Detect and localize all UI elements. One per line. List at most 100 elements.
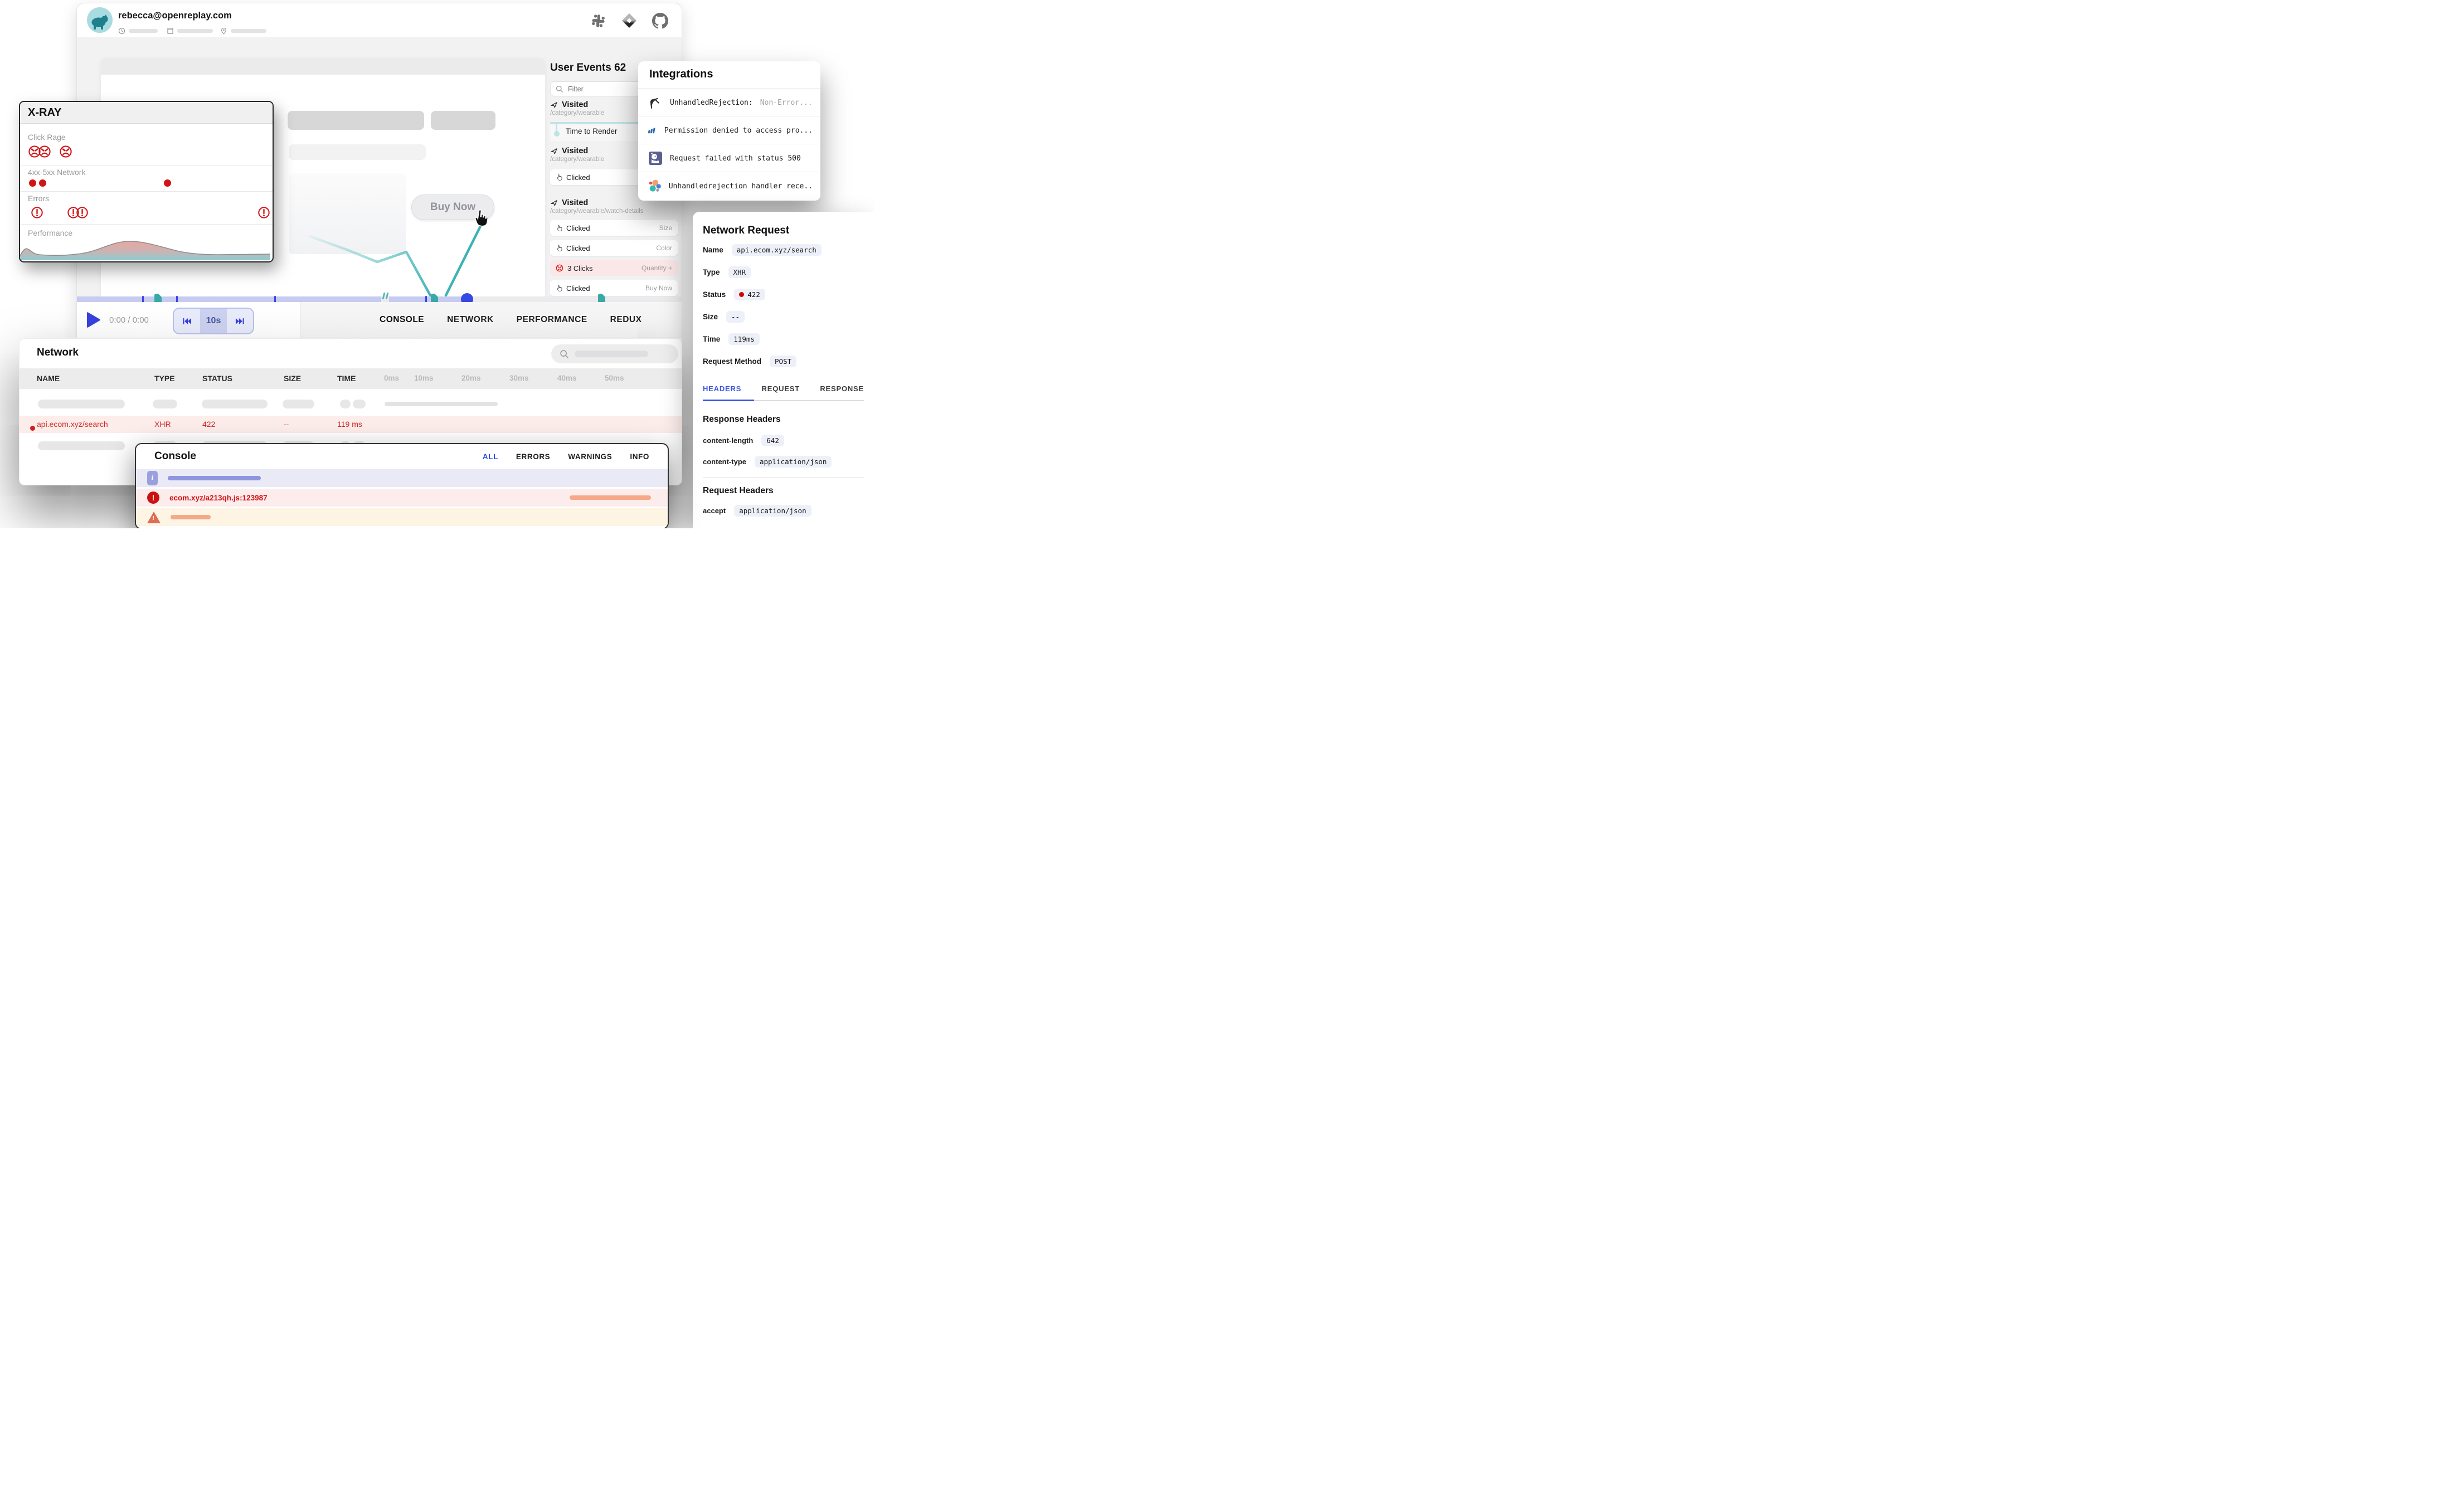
event-label: Visited xyxy=(562,100,588,109)
cell-size: -- xyxy=(284,420,289,429)
performance-area-chart xyxy=(20,237,270,260)
console-row-info[interactable]: i xyxy=(136,469,668,488)
tab-redux[interactable]: REDUX xyxy=(610,315,642,325)
hand-click-icon xyxy=(556,285,562,291)
field-value: api.ecom.xyz/search xyxy=(732,244,822,256)
network-request-panel: Network Request Name api.ecom.xyz/search… xyxy=(693,212,874,528)
console-row-warning[interactable]: ! xyxy=(136,508,668,527)
event-path: /category/wearable/watch-details xyxy=(550,208,643,215)
col-name[interactable]: NAME xyxy=(37,374,60,383)
event-clicked-color[interactable]: Clicked Color xyxy=(550,240,678,256)
user-events-title: User Events 62 xyxy=(550,62,626,74)
network-errors-label: 4xx-5xx Network xyxy=(28,168,85,177)
event-clicked-buy-now[interactable]: Clicked Buy Now xyxy=(550,280,678,296)
rage-face-icon[interactable] xyxy=(38,145,51,158)
event-rage-clicks[interactable]: 3 Clicks Quantity + xyxy=(550,260,678,276)
hand-click-icon xyxy=(556,245,562,251)
jira-diamond-icon[interactable] xyxy=(621,12,638,29)
network-request-title: Network Request xyxy=(703,225,789,237)
event-target: Size xyxy=(659,224,672,232)
github-icon[interactable] xyxy=(652,13,668,29)
divider xyxy=(20,224,273,225)
skeleton-pill xyxy=(153,400,177,408)
integration-message-muted: Non-Error... xyxy=(760,99,813,107)
scale-0ms: 0ms xyxy=(384,374,399,382)
event-target: Buy Now xyxy=(645,284,672,292)
field-name: Name api.ecom.xyz/search xyxy=(703,244,822,256)
integration-app-icons xyxy=(590,12,668,29)
skip-forward-button[interactable] xyxy=(227,309,253,333)
skip-back-button[interactable] xyxy=(174,309,200,333)
request-headers-title: Request Headers xyxy=(703,486,774,496)
event-visited-1[interactable]: Visited /category/wearable xyxy=(550,100,604,116)
skeleton-log-bar xyxy=(171,515,211,519)
skeleton-pill xyxy=(38,400,125,408)
tab-network[interactable]: NETWORK xyxy=(447,315,494,325)
rage-face-icon[interactable] xyxy=(59,145,72,158)
search-icon xyxy=(559,349,569,359)
tab-console[interactable]: CONSOLE xyxy=(380,315,424,325)
tab-performance[interactable]: PERFORMANCE xyxy=(517,315,587,325)
col-size[interactable]: SIZE xyxy=(284,374,301,383)
field-label: Type xyxy=(703,268,720,276)
session-location-meta xyxy=(220,27,266,35)
replay-timeline[interactable] xyxy=(77,296,682,302)
event-path: /category/wearable xyxy=(550,156,604,163)
event-target: Quantity + xyxy=(641,264,672,272)
tab-info[interactable]: INFO xyxy=(630,452,649,461)
event-visited-2[interactable]: Visited /category/wearable xyxy=(550,147,604,163)
col-time[interactable]: TIME xyxy=(337,374,356,383)
network-search-field[interactable] xyxy=(551,344,678,363)
status-error-dot xyxy=(739,292,744,297)
col-type[interactable]: TYPE xyxy=(154,374,175,383)
tab-errors[interactable]: ERRORS xyxy=(516,452,550,461)
tab-response[interactable]: RESPONSE xyxy=(820,385,864,393)
integration-row-elastic[interactable]: Unhandledrejection handler rece.. xyxy=(638,172,820,200)
tab-request[interactable]: REQUEST xyxy=(762,385,800,393)
field-value: POST xyxy=(770,356,796,367)
hand-click-icon xyxy=(556,174,562,181)
skip-interval-label[interactable]: 10s xyxy=(200,309,226,333)
play-button[interactable] xyxy=(87,312,100,328)
skeleton-block xyxy=(288,111,424,130)
console-row-error[interactable]: ! ecom.xyz/a213qh.js:123987 xyxy=(136,489,668,508)
sentry-icon xyxy=(648,95,663,110)
skip-control-group: 10s xyxy=(173,308,254,334)
buy-now-button[interactable]: Buy Now xyxy=(411,194,494,220)
error-circle-icon[interactable] xyxy=(76,206,89,219)
integration-row-sentry[interactable]: UnhandledRejection: Non-Error... xyxy=(638,88,820,116)
event-target: Color xyxy=(656,244,672,252)
error-circle-icon[interactable] xyxy=(257,206,270,219)
location-pin-icon xyxy=(220,27,227,35)
waves-icon xyxy=(648,123,657,138)
tab-headers[interactable]: HEADERS xyxy=(703,385,741,393)
network-row-skeleton[interactable] xyxy=(20,396,682,412)
error-circle-icon[interactable] xyxy=(31,206,43,219)
rage-click-icon xyxy=(556,264,563,272)
event-label: 3 Clicks xyxy=(567,264,593,273)
col-status[interactable]: STATUS xyxy=(202,374,232,383)
event-visited-3[interactable]: Visited /category/wearable/watch-details xyxy=(550,198,643,215)
skeleton-log-bar xyxy=(168,476,261,480)
navigate-icon xyxy=(550,101,558,109)
network-error-dot[interactable] xyxy=(39,179,46,187)
search-icon xyxy=(555,85,563,93)
event-label: Visited xyxy=(562,198,588,207)
event-clicked-size[interactable]: Clicked Size xyxy=(550,220,678,236)
tabs-active-underline xyxy=(703,400,754,401)
slack-icon[interactable] xyxy=(590,13,606,29)
network-row-error[interactable]: api.ecom.xyz/search XHR 422 -- 119 ms xyxy=(20,416,682,433)
tab-warnings[interactable]: WARNINGS xyxy=(568,452,612,461)
network-error-dot[interactable] xyxy=(164,179,171,187)
event-label: Clicked xyxy=(566,284,590,293)
navigate-icon xyxy=(550,147,558,155)
tab-all[interactable]: ALL xyxy=(483,452,498,461)
integration-row-datadog[interactable]: Request failed with status 500 xyxy=(638,144,820,172)
field-label: Status xyxy=(703,290,726,299)
cell-time: 119 ms xyxy=(337,420,362,429)
integration-row-waves[interactable]: Permission denied to access pro... xyxy=(638,116,820,144)
skeleton-bar xyxy=(129,29,158,33)
scale-30ms: 30ms xyxy=(509,374,529,382)
network-error-dot[interactable] xyxy=(29,179,36,187)
timeline-progress-segment xyxy=(77,296,381,302)
